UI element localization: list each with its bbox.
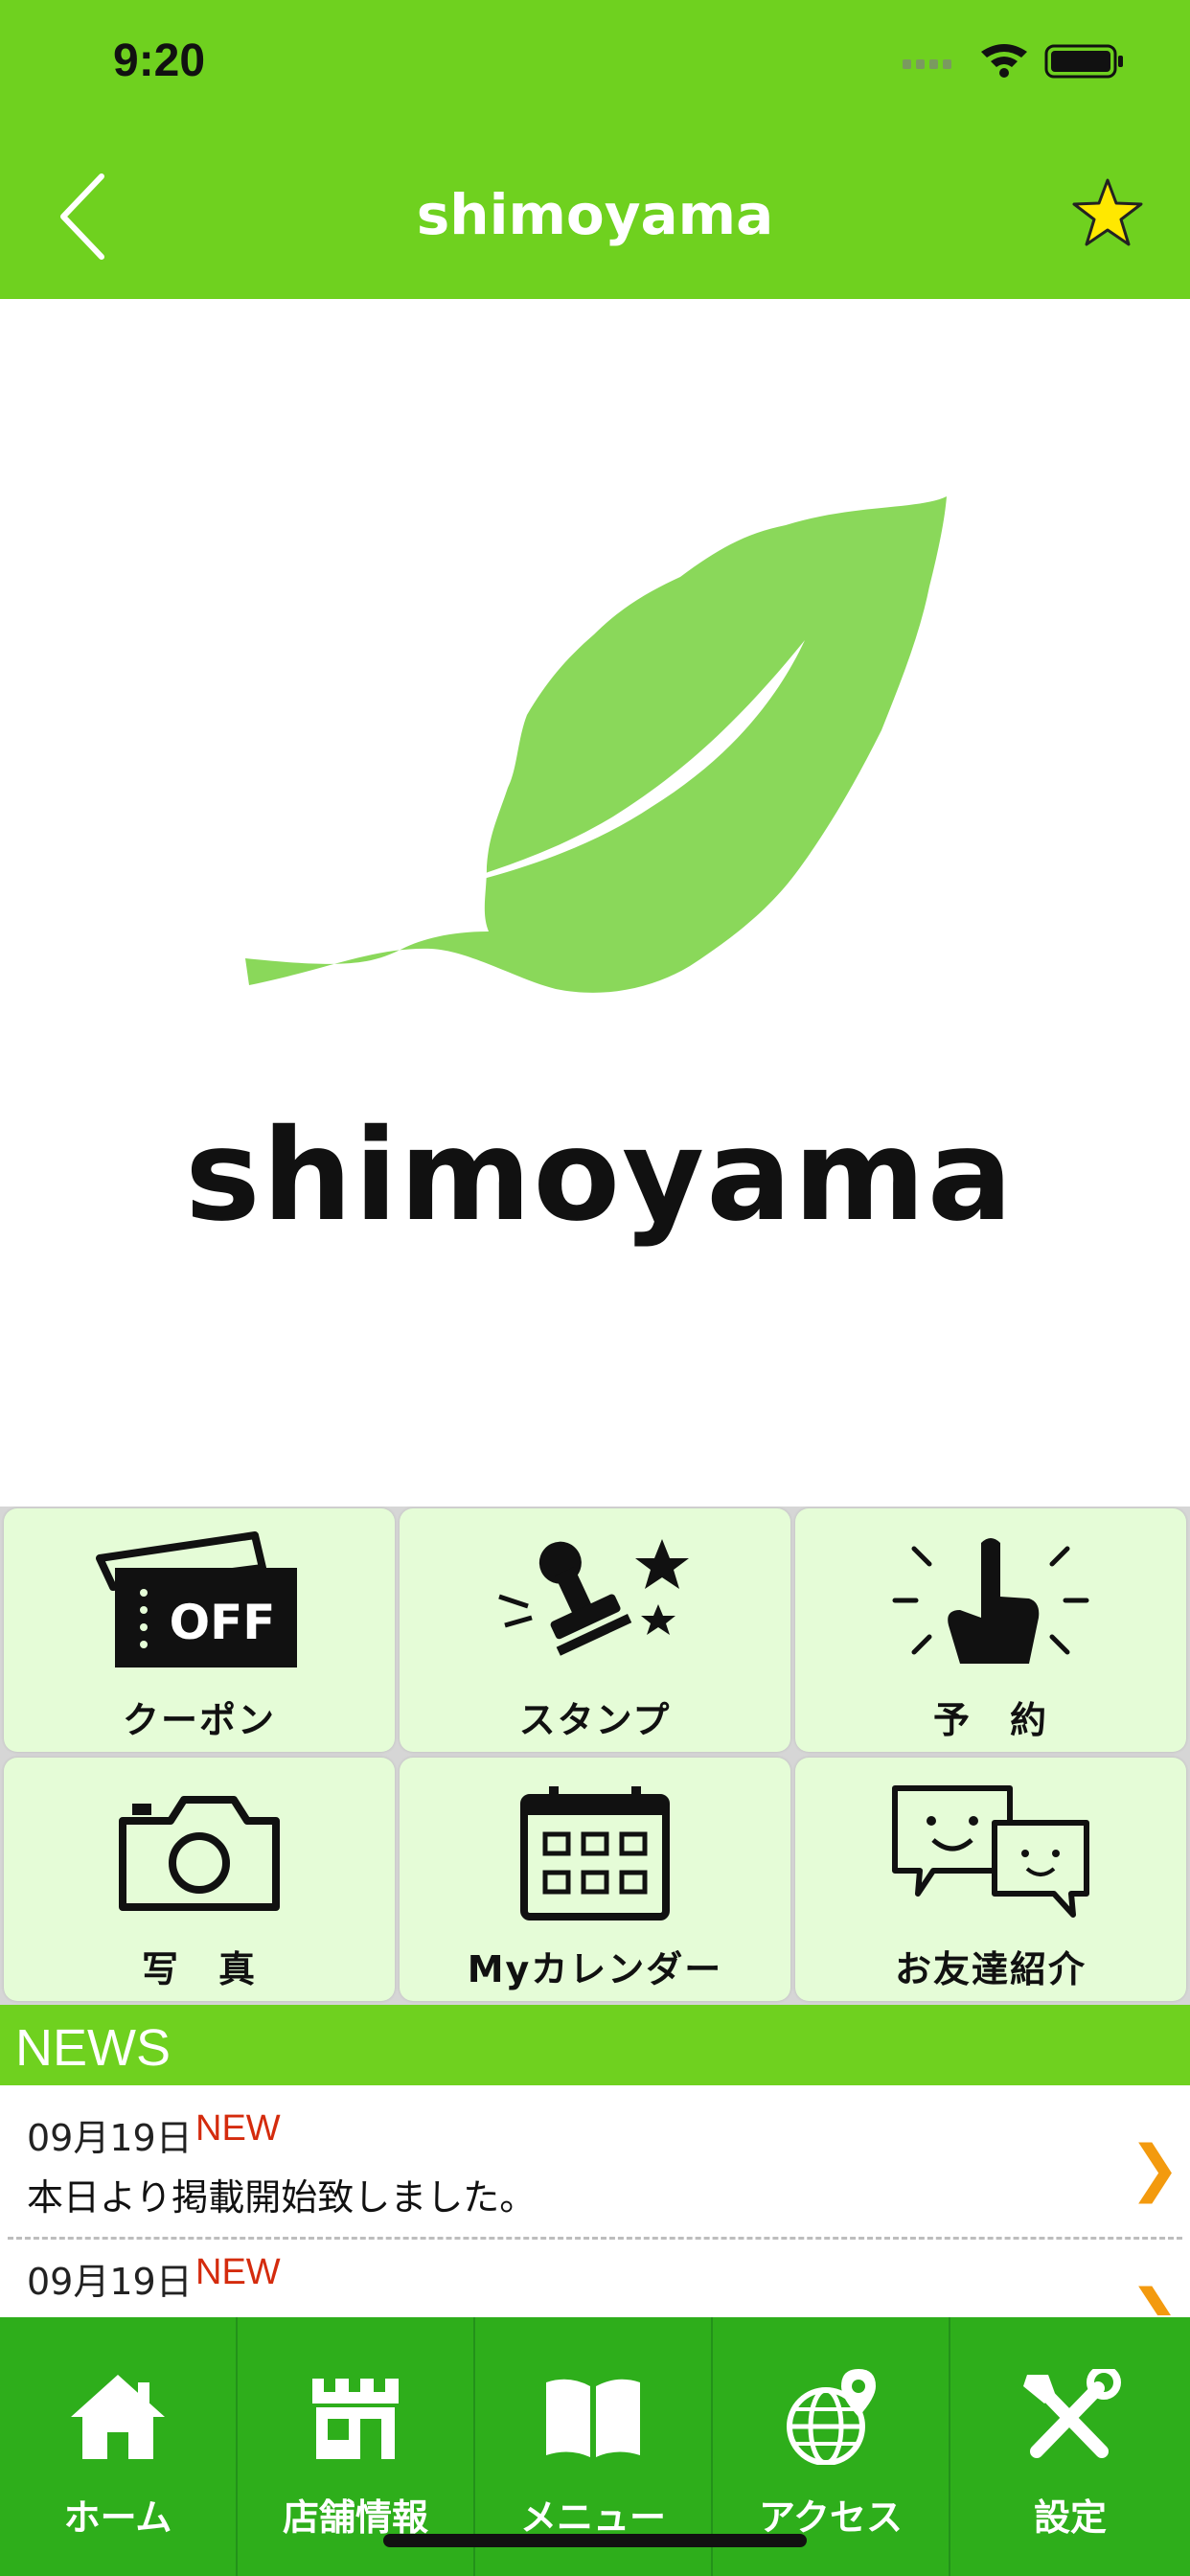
logo-text: shimoyama: [185, 1102, 1015, 1250]
calendar-label: Myカレンダー: [467, 1948, 723, 1990]
reservation-label: 予 約: [932, 1699, 1048, 1741]
wifi-icon: [981, 44, 1027, 78]
news-item[interactable]: 09月19日 NEW ❯: [0, 2229, 1190, 2315]
home-indicator[interactable]: [383, 2534, 807, 2547]
news-item[interactable]: 09月19日 NEW 本日より掲載開始致しました。 ❯: [0, 2085, 1190, 2240]
news-date: 09月19日: [27, 2261, 193, 2303]
camera-icon: [119, 1796, 280, 1911]
photo-button[interactable]: 写 真: [4, 1758, 395, 2001]
calendar-button[interactable]: Myカレンダー: [400, 1758, 790, 2001]
chevron-right-icon: ❯: [1129, 2277, 1180, 2315]
hero-banner: shimoyama: [0, 299, 1190, 1506]
stamp-icon: [498, 1539, 689, 1656]
chevron-right-icon: ❯: [1129, 2133, 1180, 2204]
navigation-bar: shimoyama: [0, 134, 1190, 299]
coupon-button[interactable]: OFF クーポン: [4, 1508, 395, 1752]
globe-pin-icon: [787, 2369, 876, 2465]
friend-chat-icon: [892, 1785, 1089, 1918]
reservation-button[interactable]: 予 約: [795, 1508, 1186, 1752]
tab-home-label: ホーム: [63, 2496, 172, 2539]
coupon-label: クーポン: [122, 1699, 276, 1741]
tab-settings-label: 設定: [1033, 2496, 1107, 2539]
calendar-icon: [520, 1786, 670, 1920]
reservation-hand-icon: [892, 1538, 1089, 1664]
tab-menu-label: メニュー: [519, 2496, 666, 2539]
page-title: shimoyama: [416, 182, 774, 247]
friend-referral-button[interactable]: お友達紹介: [795, 1758, 1186, 2001]
photo-label: 写 真: [141, 1948, 257, 1990]
news-date: 09月19日: [27, 2117, 193, 2159]
tab-store-info-label: 店舗情報: [282, 2496, 428, 2539]
battery-icon: [1044, 44, 1123, 79]
home-icon: [71, 2375, 165, 2459]
favorite-star-icon[interactable]: [1071, 176, 1144, 249]
tab-settings[interactable]: 設定: [950, 2317, 1190, 2576]
news-new-badge: NEW: [195, 2252, 281, 2292]
leaf-logo-icon: [245, 496, 947, 993]
coupon-off-text: OFF: [170, 1595, 276, 1650]
news-header: NEWS: [0, 2005, 1190, 2085]
feature-grid: OFF クーポン スタンプ 予 約 写 真 Myカレンダー お友達紹介: [0, 1506, 1190, 2005]
status-time: 9:20: [113, 35, 206, 86]
signal-icon: [903, 59, 951, 69]
status-icons: [903, 44, 1123, 79]
news-new-badge: NEW: [195, 2108, 281, 2149]
status-bar: 9:20: [0, 0, 1190, 134]
store-icon: [312, 2379, 399, 2459]
tab-home[interactable]: ホーム: [0, 2317, 238, 2576]
friend-referral-label: お友達紹介: [894, 1948, 1087, 1990]
stamp-label: スタンプ: [518, 1699, 672, 1741]
tab-access-label: アクセス: [758, 2496, 904, 2539]
news-text: 本日より掲載開始致しました。: [27, 2176, 537, 2219]
news-header-title: NEWS: [15, 2019, 171, 2077]
tools-icon: [1023, 2369, 1121, 2458]
news-list: 09月19日 NEW 本日より掲載開始致しました。 ❯ 09月19日 NEW ❯: [0, 2085, 1190, 2315]
stamp-button[interactable]: スタンプ: [400, 1508, 790, 1752]
coupon-off-icon: OFF: [96, 1531, 297, 1668]
book-icon: [546, 2379, 640, 2457]
